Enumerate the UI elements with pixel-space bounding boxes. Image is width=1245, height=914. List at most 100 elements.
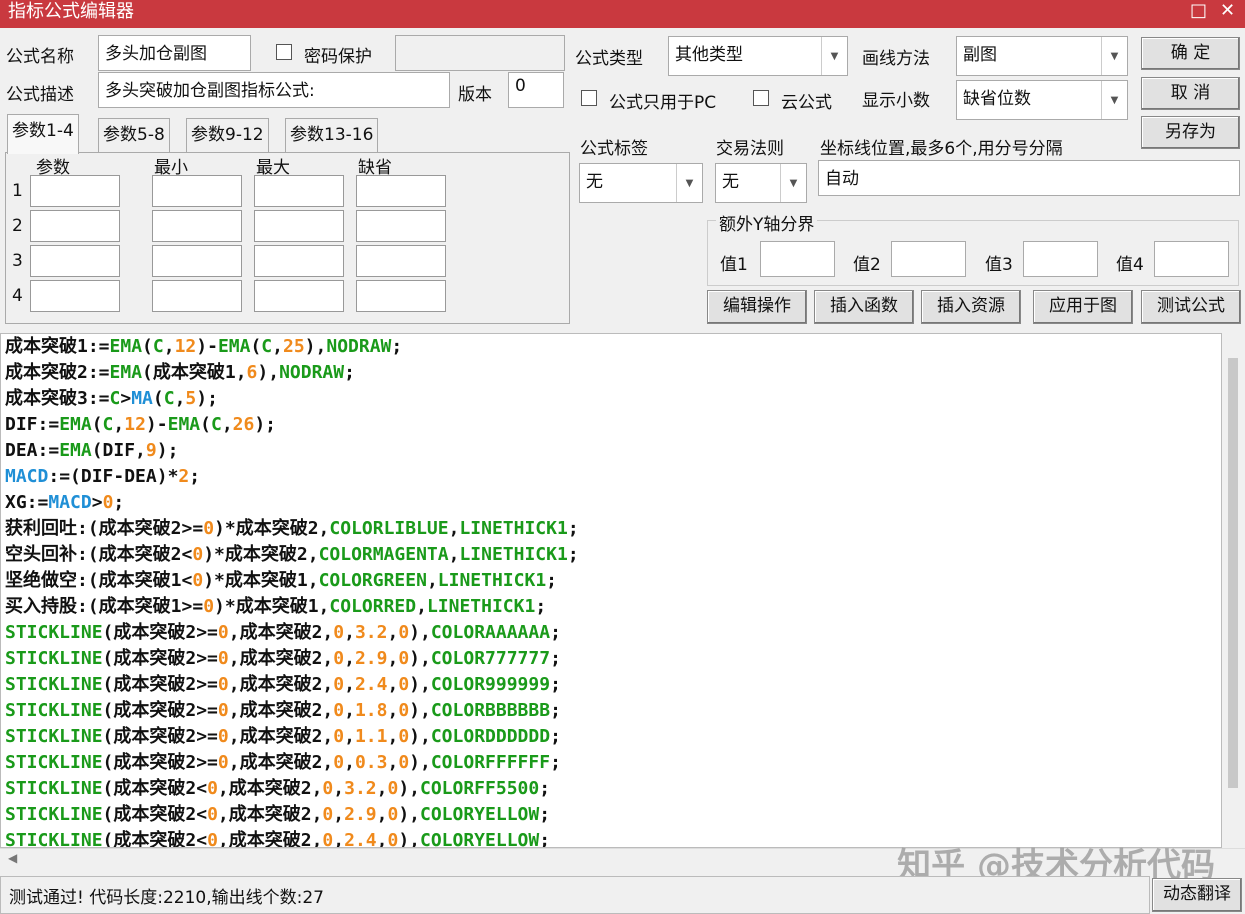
scroll-left-icon[interactable]: ◀ (8, 851, 17, 865)
code-token: 成本突破3:= (5, 388, 110, 409)
code-token: COLORRED (329, 596, 417, 617)
v2-input[interactable] (891, 241, 966, 277)
param-cell-min[interactable] (152, 175, 242, 207)
insert-function-button[interactable]: 插入函数 (814, 290, 914, 324)
apply-button[interactable]: 应用于图 (1033, 290, 1133, 324)
code-token: ,成本突破2, (228, 700, 334, 721)
password-input[interactable] (395, 35, 565, 71)
password-checkbox[interactable] (276, 44, 292, 60)
param-cell-min[interactable] (152, 280, 242, 312)
test-button[interactable]: 测试公式 (1141, 290, 1241, 324)
code-token: , (333, 804, 345, 825)
desc-label: 公式描述 (6, 85, 74, 105)
code-token: )*成本突破2, (203, 544, 319, 565)
param-cell-max[interactable] (254, 175, 344, 207)
pc-only-label: 公式只用于PC (609, 93, 717, 113)
param-cell-default[interactable] (356, 175, 446, 207)
param-cell-min[interactable] (152, 245, 242, 277)
type-select[interactable]: 其他类型 ▼ (668, 36, 848, 76)
param-cell-default[interactable] (356, 280, 446, 312)
draw-select[interactable]: 副图 ▼ (956, 36, 1128, 76)
code-token: 0 (203, 518, 215, 539)
code-token: 0 (333, 752, 345, 773)
code-token: 0 (387, 804, 399, 825)
code-token: 0 (192, 544, 204, 565)
save-as-button[interactable]: 另存为 (1141, 116, 1240, 149)
version-input[interactable]: 0 (508, 72, 564, 108)
insert-resource-button[interactable]: 插入资源 (921, 290, 1021, 324)
param-cell-name[interactable] (30, 175, 120, 207)
code-token: (成本突破2>= (102, 700, 218, 721)
scroll-thumb[interactable] (1228, 358, 1238, 788)
pc-only-checkbox[interactable] (581, 90, 597, 106)
param-cell-name[interactable] (30, 245, 120, 277)
code-token: ; (550, 674, 561, 695)
param-row-number: 3 (12, 251, 23, 271)
code-line: 获利回吐:(成本突破2>=0)*成本突破2,COLORLIBLUE,LINETH… (5, 516, 1217, 542)
draw-label: 画线方法 (862, 49, 930, 69)
code-token: 2.9 (354, 648, 388, 669)
cancel-button[interactable]: 取 消 (1141, 77, 1240, 110)
cloud-checkbox[interactable] (753, 90, 769, 106)
tab-params-5-8[interactable]: 参数5-8 (98, 118, 170, 152)
code-line: STICKLINE(成本突破2>=0,成本突破2,0,3.2,0),COLORA… (5, 620, 1217, 646)
code-line: STICKLINE(成本突破2<0,成本突破2,0,3.2,0),COLORFF… (5, 776, 1217, 802)
code-token: COLORLIBLUE (329, 518, 449, 539)
code-token: , (333, 830, 345, 848)
code-token: STICKLINE (5, 726, 103, 747)
maximize-button[interactable]: □ (1190, 0, 1207, 21)
v1-input[interactable] (760, 241, 835, 277)
ok-button[interactable]: 确 定 (1141, 37, 1240, 70)
tab-params-1-4[interactable]: 参数1-4 (7, 114, 79, 154)
v3-input[interactable] (1023, 241, 1098, 277)
name-input[interactable]: 多头加仓副图 (98, 35, 251, 71)
edit-button[interactable]: 编辑操作 (707, 290, 807, 324)
code-token: , (387, 726, 399, 747)
code-token: ,成本突破2, (217, 830, 323, 848)
vertical-scrollbar[interactable] (1222, 333, 1245, 848)
code-token: STICKLINE (5, 622, 103, 643)
code-token: ), (257, 362, 280, 383)
tab-params-13-16[interactable]: 参数13-16 (285, 118, 379, 152)
code-token: 0 (102, 492, 114, 513)
code-token: , (344, 674, 355, 695)
code-line: 成本突破2:=EMA(成本突破1,6),NODRAW; (5, 360, 1217, 386)
close-button[interactable]: ✕ (1220, 0, 1235, 21)
param-cell-name[interactable] (30, 210, 120, 242)
rule-select[interactable]: 无 ▼ (715, 163, 807, 203)
param-cell-max[interactable] (254, 280, 344, 312)
code-token: 0 (398, 752, 410, 773)
code-token: 0 (333, 674, 345, 695)
code-token: ( (91, 414, 103, 435)
code-token: 9 (145, 440, 157, 461)
code-token: ; (550, 700, 561, 721)
param-cell-min[interactable] (152, 210, 242, 242)
code-token: , (163, 336, 175, 357)
code-token: STICKLINE (5, 674, 103, 695)
code-token: 0 (322, 804, 334, 825)
tab-params-9-12[interactable]: 参数9-12 (186, 118, 269, 152)
code-line: 空头回补:(成本突破2<0)*成本突破2,COLORMAGENTA,LINETH… (5, 542, 1217, 568)
param-cell-max[interactable] (254, 245, 344, 277)
tag-select[interactable]: 无 ▼ (579, 163, 703, 203)
code-token: )*成本突破2, (214, 518, 330, 539)
desc-input[interactable]: 多头突破加仓副图指标公式: (98, 72, 450, 108)
param-cell-max[interactable] (254, 210, 344, 242)
axis-input[interactable]: 自动 (818, 160, 1240, 196)
code-token: ; (550, 622, 561, 643)
decimals-select[interactable]: 缺省位数 ▼ (956, 80, 1128, 120)
code-token: LINETHICK1 (459, 518, 568, 539)
code-token: STICKLINE (5, 804, 103, 825)
param-cell-name[interactable] (30, 280, 120, 312)
v4-input[interactable] (1154, 241, 1229, 277)
code-token: )- (196, 336, 218, 357)
code-token: DEA:= (5, 440, 60, 461)
param-row-number: 4 (12, 286, 23, 306)
code-editor[interactable]: 成本突破1:=EMA(C,12)-EMA(C,25),NODRAW; 成本突破2:… (0, 333, 1222, 848)
param-cell-default[interactable] (356, 245, 446, 277)
translate-button[interactable]: 动态翻译 (1152, 878, 1242, 912)
param-cell-default[interactable] (356, 210, 446, 242)
code-token: (成本突破2>= (102, 622, 218, 643)
code-token: ; (567, 518, 579, 539)
rule-value: 无 (722, 172, 739, 192)
